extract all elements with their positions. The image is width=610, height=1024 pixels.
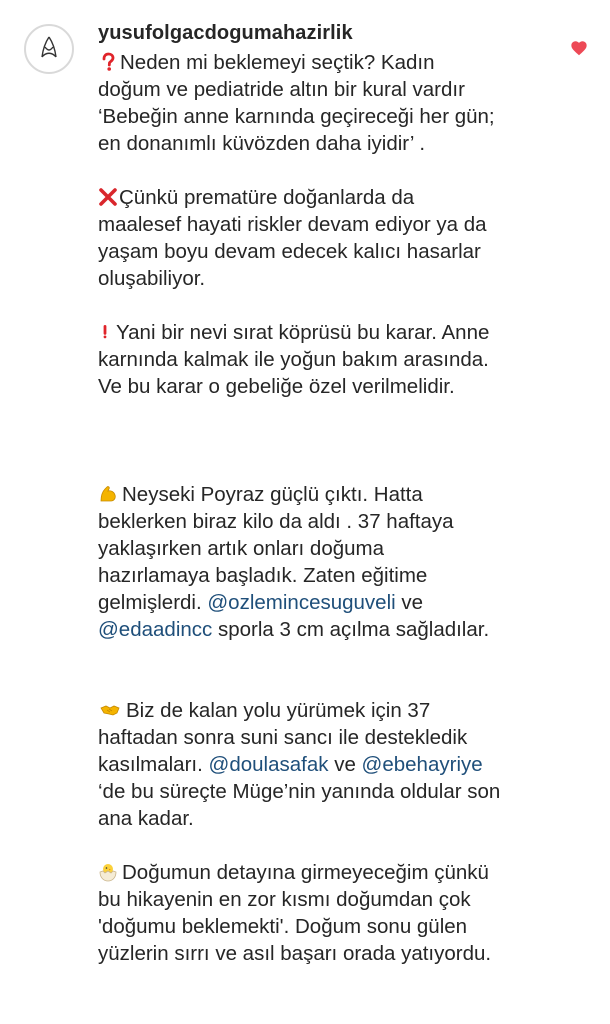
caption-line: Ve bu karar o gebeliğe özel verilmelidir… [98, 375, 455, 398]
red-question-mark-icon [102, 52, 115, 71]
avatar[interactable] [24, 24, 74, 74]
post-caption: Neden mi beklemeyi seçtik? Kadın doğum v… [98, 49, 558, 967]
mention-link[interactable]: @doulasafak [209, 753, 329, 776]
caption-paragraph-6: Doğumun detayına girmeyeceğim çünkü bu h… [98, 859, 558, 967]
caption-line: Doğumun detayına girmeyeceğim çünkü [122, 861, 489, 884]
caption-line: doğum ve pediatride altın bir kural vard… [98, 78, 465, 101]
caption-line: Neyseki Poyraz güçlü çıktı. Hatta [122, 483, 423, 506]
caption-line: yaşam boyu devam edecek kalıcı hasarlar [98, 240, 481, 263]
caption-line: yüzlerin sırrı ve asıl başarı orada yatı… [98, 942, 492, 965]
caption-paragraph-2: Çünkü prematüre doğanlarda da maalesef h… [98, 184, 558, 292]
caption-line: ana kadar. [98, 807, 194, 830]
mention-link[interactable]: @ozlemincesuguveli [207, 591, 395, 614]
caption-line: maalesef hayati riskler devam ediyor ya … [98, 213, 487, 236]
caption-line: Yani bir nevi sırat köprüsü bu karar. An… [116, 321, 490, 344]
caption-line: ‘Bebeğin anne karnında geçireceği her gü… [98, 105, 495, 128]
caption-paragraph-1: Neden mi beklemeyi seçtik? Kadın doğum v… [98, 49, 558, 157]
caption-line: Neden mi beklemeyi seçtik? Kadın [120, 51, 435, 74]
caption-line: hazırlamaya başladık. Zaten eğitime [98, 564, 428, 587]
caption-paragraph-5: Biz de kalan yolu yürümek için 37 haftad… [98, 697, 558, 832]
exclamation-mark-icon [103, 325, 107, 339]
caption-line: Çünkü prematüre doğanlarda da [119, 186, 415, 209]
caption-line: karnında kalmak ile yoğun bakım arasında… [98, 348, 489, 371]
caption-text: gelmişlerdi. [98, 591, 202, 614]
caption-line: yaklaşırken artık onları doğuma [98, 537, 384, 560]
mention-link[interactable]: @ebehayriye [362, 753, 483, 776]
handshake-icon [100, 705, 120, 716]
caption-paragraph-3: Yani bir nevi sırat köprüsü bu karar. An… [98, 319, 558, 400]
caption-line: oluşabiliyor. [98, 267, 206, 290]
caption-text: kasılmaları. [98, 753, 203, 776]
caption-line: Biz de kalan yolu yürümek için 37 [126, 699, 431, 722]
caption-text: ve [401, 591, 424, 614]
caption-line: haftadan sonra suni sancı ile destekledi… [98, 726, 468, 749]
flexed-biceps-icon [100, 486, 116, 502]
heart-icon[interactable] [570, 40, 588, 56]
caption-text: ve [334, 753, 356, 776]
caption-text: sporla 3 cm açılma sağladılar. [217, 618, 490, 641]
mention-link[interactable]: @edaadincc [98, 618, 212, 641]
caption-line: beklerken biraz kilo da aldı . 37 haftay… [98, 510, 454, 533]
caption-line: bu hikayenin en zor kısmı doğumdan çok [98, 888, 471, 911]
hatching-chick-icon [99, 864, 117, 882]
caption-line: ‘de bu süreçte Müge’nin yanında oldular … [98, 780, 501, 803]
caption-paragraph-4: Neyseki Poyraz güçlü çıktı. Hatta bekler… [98, 481, 558, 643]
caption-line: 'doğumu beklemekti'. Doğum sonu gülen [98, 915, 468, 938]
post-username[interactable]: yusufolgacdogumahazirlik [98, 22, 353, 45]
brand-logo-icon [41, 36, 57, 58]
caption-line: en donanımlı küvözden daha iyidir’ . [98, 132, 426, 155]
cross-mark-icon [99, 188, 117, 206]
